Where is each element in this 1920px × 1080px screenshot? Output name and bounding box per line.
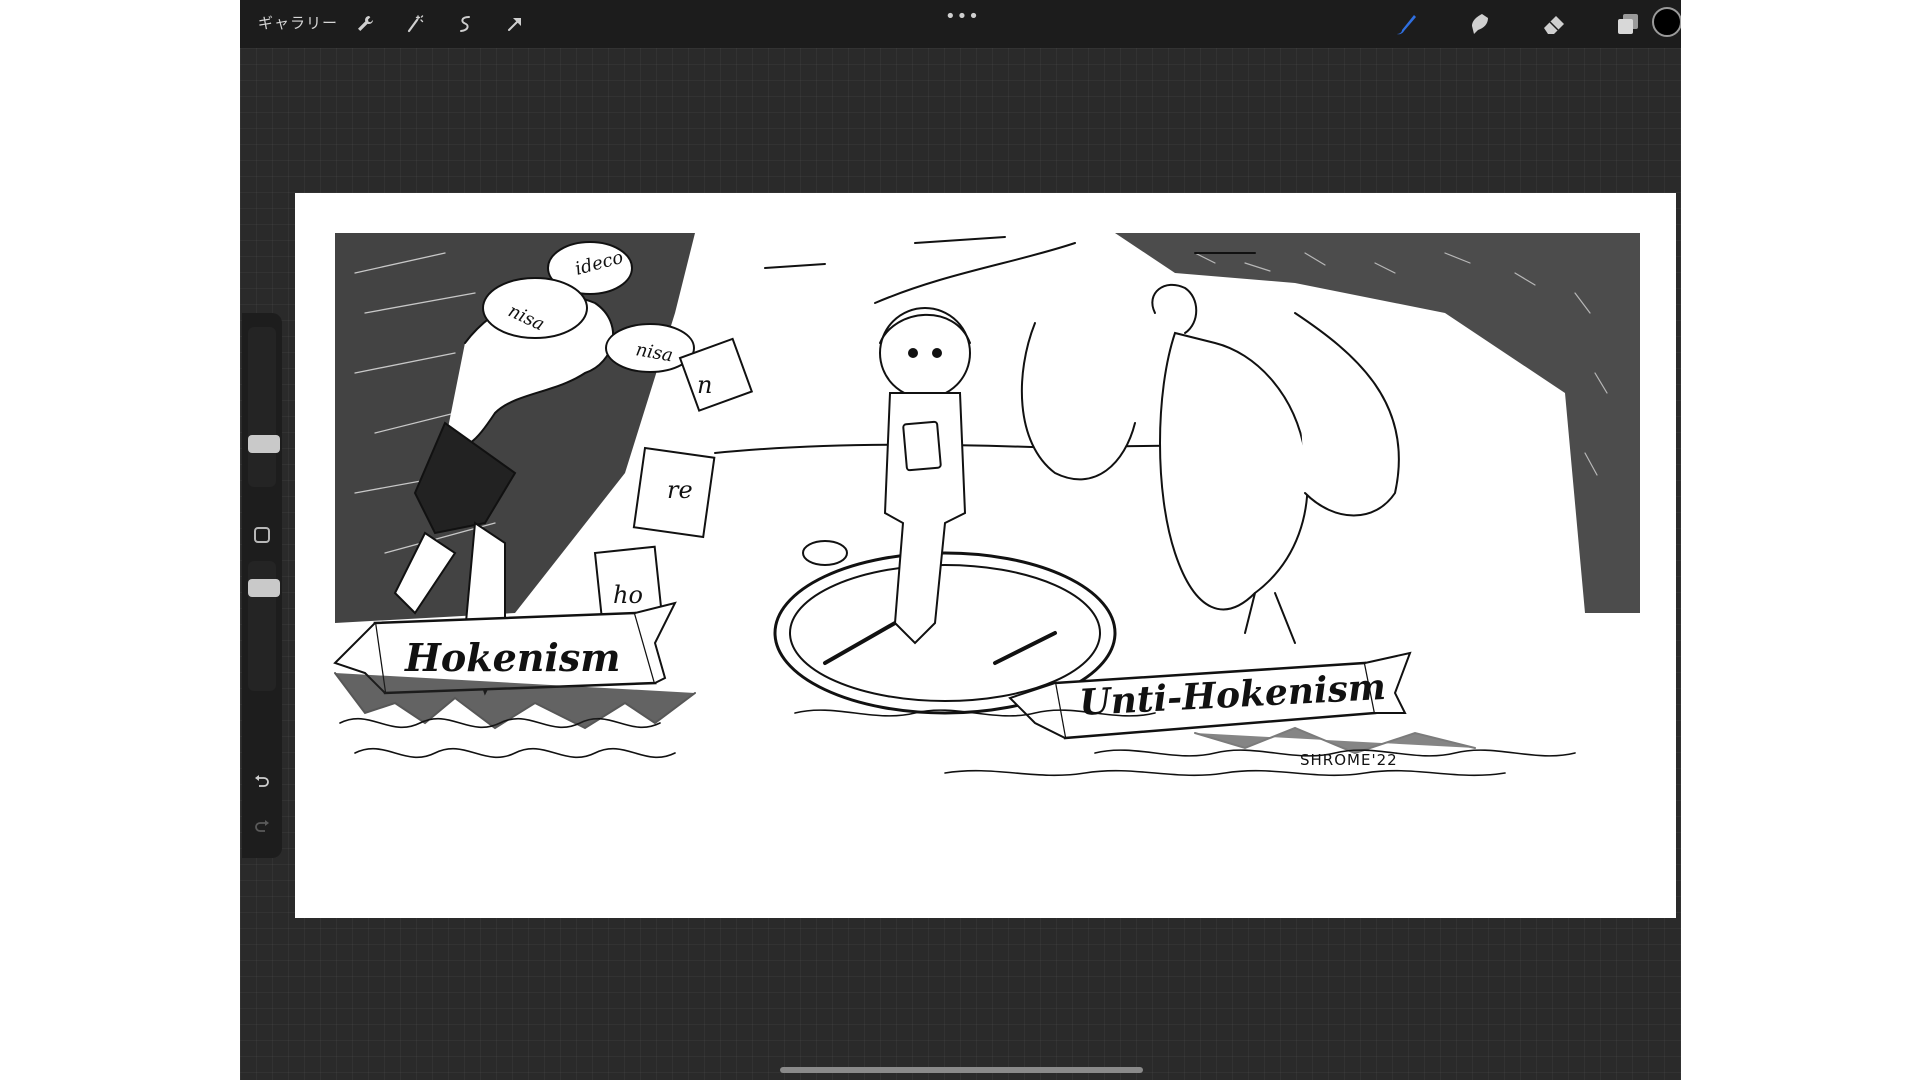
transform-arrow-icon xyxy=(508,18,521,31)
magic-wand-icon xyxy=(407,15,424,33)
home-indicator xyxy=(780,1067,1143,1073)
gallery-button[interactable]: ギャラリー xyxy=(258,12,338,33)
color-picker-button[interactable] xyxy=(1652,7,1681,37)
adjustments-button[interactable] xyxy=(400,9,430,39)
more-options-button[interactable]: ••• xyxy=(945,6,980,27)
eraser-tool-button[interactable] xyxy=(1536,6,1572,42)
artist-signature: SHROME'22 xyxy=(1300,751,1398,769)
redo-icon xyxy=(255,820,269,832)
layers-button[interactable] xyxy=(1610,6,1646,42)
undo-icon xyxy=(255,775,269,787)
banner-hokenism: Hokenism xyxy=(404,635,620,680)
ink-illustration: ideco nisa nisa n re ho Hokenism Unti-Ho… xyxy=(333,233,1640,777)
actions-button[interactable] xyxy=(350,9,380,39)
selection-button[interactable] xyxy=(450,9,480,39)
transform-button[interactable] xyxy=(500,9,530,39)
drawing-canvas[interactable]: ideco nisa nisa n re ho Hokenism Unti-Ho… xyxy=(295,193,1676,918)
modify-button[interactable] xyxy=(254,527,270,543)
layers-icon xyxy=(1618,14,1638,34)
redo-button[interactable] xyxy=(251,816,273,838)
eraser-icon xyxy=(1544,16,1564,34)
smudge-icon xyxy=(1472,14,1488,34)
opacity-thumb[interactable] xyxy=(248,579,280,597)
brush-size-slider[interactable] xyxy=(248,327,276,487)
card-letter-re: re xyxy=(667,476,693,504)
brush-tool-button[interactable] xyxy=(1388,6,1424,42)
undo-button[interactable] xyxy=(251,771,273,793)
top-toolbar: ギャラリー ••• xyxy=(240,0,1681,48)
side-toolbar xyxy=(242,313,282,858)
procreate-app: ギャラリー ••• ideco nisa nisa n re ho Hokeni… xyxy=(240,0,1681,1080)
card-letter-n: n xyxy=(697,371,712,399)
smudge-tool-button[interactable] xyxy=(1462,6,1498,42)
wrench-icon xyxy=(358,16,373,31)
brush-size-thumb[interactable] xyxy=(248,435,280,453)
brush-icon xyxy=(1397,15,1416,35)
selection-icon xyxy=(460,16,470,32)
card-letter-ho: ho xyxy=(613,581,643,609)
